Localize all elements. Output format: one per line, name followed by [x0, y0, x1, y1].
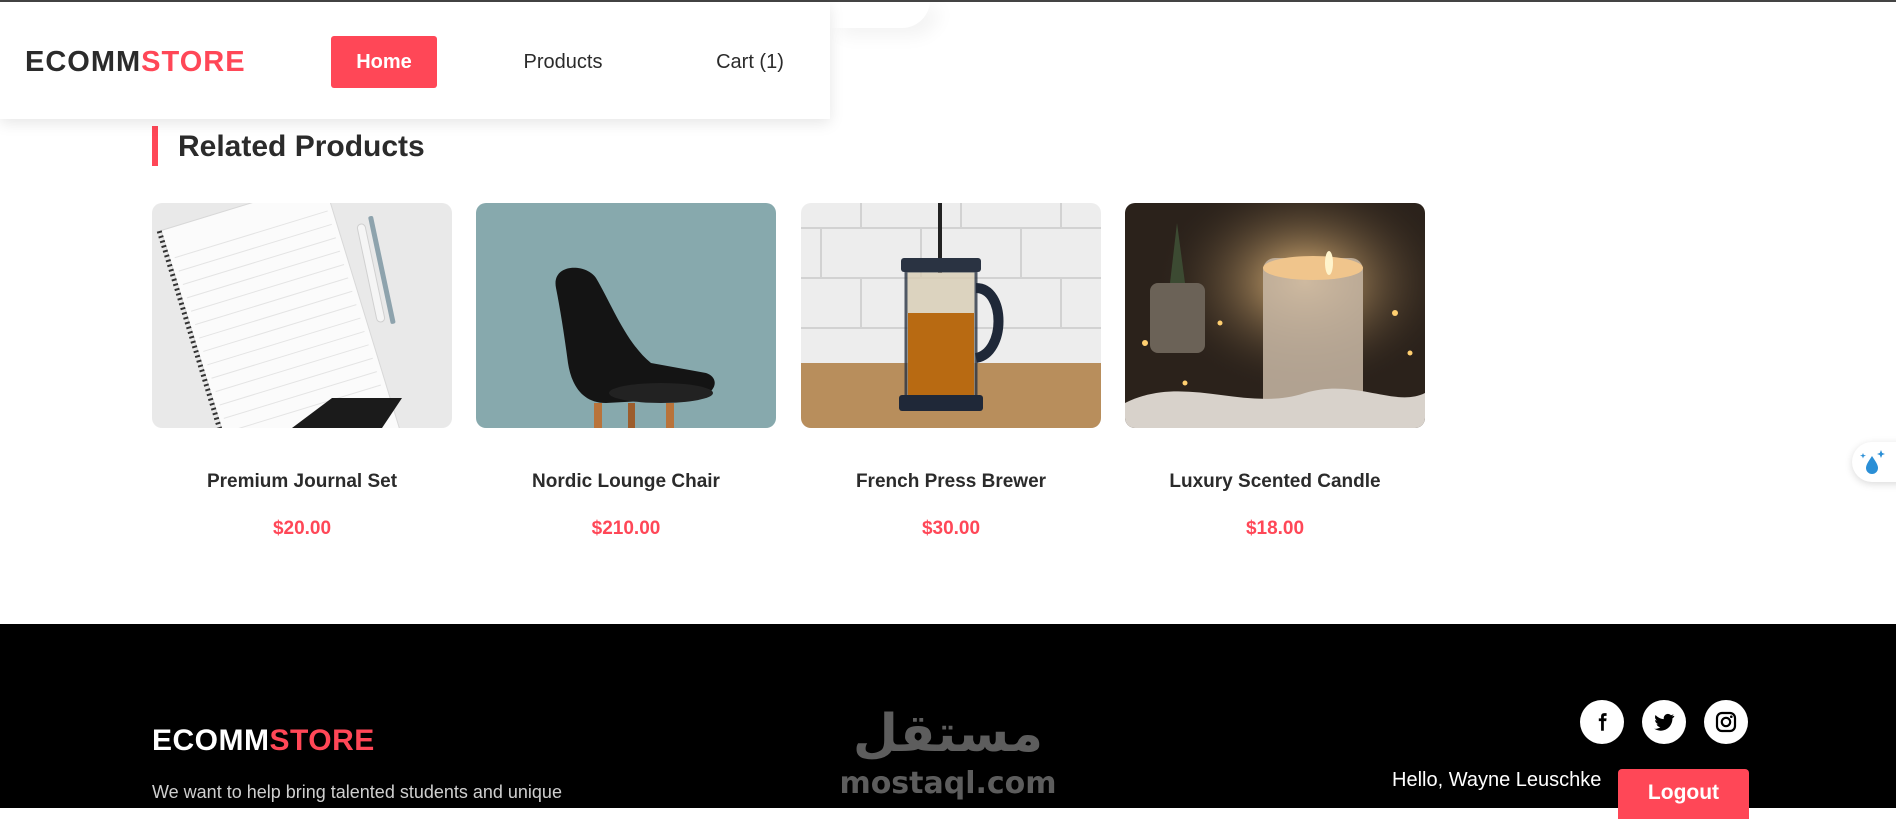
product-price: $30.00: [921, 518, 981, 539]
product-name[interactable]: Luxury Scented Candle: [1125, 471, 1425, 493]
twitter-link[interactable]: [1642, 700, 1686, 744]
product-card[interactable]: Nordic Lounge Chair $210.00: [476, 203, 776, 563]
product-price: $210.00: [591, 518, 661, 539]
product-name[interactable]: Premium Journal Set: [152, 471, 452, 493]
product-name[interactable]: French Press Brewer: [801, 471, 1101, 493]
product-card[interactable]: Luxury Scented Candle $18.00: [1125, 203, 1425, 563]
related-products-title: Related Products: [152, 126, 425, 166]
logo-part-ecomm: ECOMM: [25, 46, 142, 78]
site-logo[interactable]: ECOMMSTORE: [25, 46, 246, 79]
logo-part-store: STORE: [141, 46, 246, 78]
black-chair-image[interactable]: [476, 203, 776, 428]
nav-cart-link[interactable]: Cart (1): [700, 36, 800, 88]
facebook-icon: [1598, 713, 1607, 731]
facebook-link[interactable]: [1580, 700, 1624, 744]
logout-button[interactable]: Logout: [1618, 769, 1749, 819]
nav-home-button[interactable]: Home: [331, 36, 437, 88]
nav-products-link[interactable]: Products: [510, 36, 616, 88]
french-press-image[interactable]: [801, 203, 1101, 428]
instagram-icon: [1715, 711, 1737, 733]
footer-logo[interactable]: ECOMMSTORE: [152, 724, 375, 758]
scented-candle-image[interactable]: [1125, 203, 1425, 428]
header-shadow-decoration: [830, 0, 930, 28]
user-greeting: Hello, Wayne Leuschke: [1392, 769, 1602, 791]
footer-logo-part-store: STORE: [269, 724, 375, 757]
navbar: ECOMMSTORE Home Products Cart (1): [0, 2, 830, 119]
product-price: $18.00: [1245, 518, 1305, 539]
sparkle-drop-icon: [1860, 450, 1885, 474]
product-price: $20.00: [272, 518, 332, 539]
footer-logo-part-ecomm: ECOMM: [152, 724, 270, 757]
footer: ECOMMSTORE We want to help bring talente…: [0, 624, 1896, 819]
product-name[interactable]: Nordic Lounge Chair: [476, 471, 776, 493]
watermark-arabic: مستقل: [852, 704, 1044, 764]
instagram-link[interactable]: [1704, 700, 1748, 744]
product-card[interactable]: French Press Brewer $30.00: [801, 203, 1101, 563]
footer-description: We want to help bring talented students …: [152, 782, 562, 802]
journal-notebook-image[interactable]: [152, 203, 452, 428]
product-card[interactable]: Premium Journal Set $20.00: [152, 203, 452, 563]
floating-helper-button[interactable]: [1852, 442, 1896, 482]
twitter-icon: [1654, 713, 1675, 731]
watermark-latin: mostaql.com: [839, 766, 1057, 801]
mostaql-watermark: مستقل mostaql.com: [838, 704, 1058, 808]
